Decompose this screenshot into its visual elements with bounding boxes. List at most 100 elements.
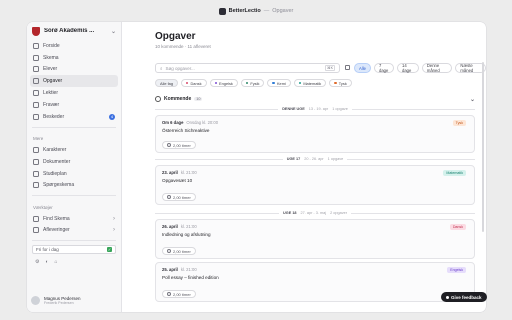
clock-icon: [167, 143, 171, 147]
chip-all-subjects[interactable]: Alle fag: [155, 79, 178, 87]
search-input[interactable]: ⌕ Søg opgaver... ⌘K: [155, 63, 340, 73]
subject-badge: Engelsk: [447, 267, 466, 273]
sidebar: Sorø Akademis ... ⌄ Forside Skema Elever…: [27, 22, 122, 312]
page-subtitle: 10 kommende · 11 afleveret: [155, 44, 211, 49]
subject-dot: [245, 81, 249, 85]
lock-icon[interactable]: ⌂: [55, 259, 58, 265]
clock-icon: [167, 292, 171, 296]
shortcut-badge: ⌘K: [325, 65, 335, 71]
sidebar-item-elever[interactable]: Elever: [30, 64, 118, 76]
school-switcher[interactable]: Sorø Akademis ... ⌄: [27, 22, 121, 40]
week-range: 27. apr - 3. maj: [300, 211, 327, 215]
duration-pill: 2,00 timer: [162, 290, 196, 298]
sidebar-item-afleveringer[interactable]: Afleveringer ›: [30, 225, 118, 237]
status-input[interactable]: Fri for i dag ✓: [32, 244, 116, 254]
sidebar-item-label: Lektier: [43, 90, 59, 97]
assignment-card[interactable]: Om 6 dage Onsdag kl. 20:00 Österreich Sic…: [155, 115, 475, 153]
duration-pill: 2,00 timer: [162, 247, 196, 255]
sidebar-item-fravaer[interactable]: Fravær: [30, 99, 118, 111]
chevron-down-icon: ⌄: [110, 28, 116, 35]
chip-label: Engelsk: [219, 80, 233, 86]
chip-tysk[interactable]: Tysk: [329, 79, 352, 87]
chip-label: Kemi: [276, 80, 286, 86]
chip-label: Fysik: [250, 80, 260, 86]
quick-actions: ⚙ ◐ ⌂: [27, 256, 121, 268]
check-icon: ✓: [107, 246, 112, 252]
brand-name: BetterLectio: [228, 8, 261, 14]
feedback-label: Give feedback: [451, 294, 482, 300]
unread-badge: 4: [109, 113, 115, 120]
sidebar-item-lektier[interactable]: Lektier: [30, 87, 118, 99]
calendar-icon[interactable]: [345, 65, 350, 70]
sidebar-item-opgaver[interactable]: Opgaver: [30, 75, 118, 88]
range-14-days[interactable]: 14 dage: [397, 63, 419, 73]
sidebar-item-dokumenter[interactable]: Dokumenter: [30, 156, 118, 168]
tools-nav: Find Skema › Afleveringer ›: [27, 213, 121, 237]
settings-icon[interactable]: ⚙: [35, 259, 39, 265]
duration-value: 2,00 timer: [173, 142, 191, 148]
range-7-days[interactable]: 7 dage: [373, 63, 394, 73]
status-input-value: Fri for i dag: [36, 246, 59, 252]
card-meta: Om 6 dage Onsdag kl. 20:00: [162, 120, 218, 125]
sidebar-item-studieplan[interactable]: Studieplan: [30, 168, 118, 180]
app-logo-icon: [218, 7, 226, 15]
week-count: 1 opgave: [332, 107, 348, 111]
sidebar-item-label: Karakterer: [43, 146, 67, 153]
sidebar-item-beskeder[interactable]: Beskeder 4: [30, 111, 118, 123]
chip-dansk[interactable]: Dansk: [180, 79, 207, 87]
sidebar-item-skema[interactable]: Skema: [30, 52, 118, 64]
week-range: 20 - 26. apr: [304, 157, 324, 161]
sidebar-item-find-skema[interactable]: Find Skema ›: [30, 213, 118, 225]
breadcrumb-current[interactable]: Opgaver: [272, 8, 293, 14]
chip-label: Dansk: [190, 80, 202, 86]
feedback-button[interactable]: Give feedback: [441, 292, 487, 302]
home-icon: [33, 42, 39, 49]
subject-dot: [272, 81, 275, 85]
assignment-card[interactable]: 25. april kl. 21:00 Poll essay – finished…: [155, 262, 475, 302]
chip-engelsk[interactable]: Engelsk: [209, 79, 238, 87]
chevron-right-icon: ›: [113, 215, 115, 222]
survey-icon: [33, 182, 39, 189]
sidebar-item-label: Beskeder: [43, 113, 65, 120]
search-placeholder: Søg opgaver...: [165, 65, 195, 71]
subject-dot: [214, 81, 218, 85]
chip-matematik[interactable]: Matematik: [293, 79, 327, 87]
school-crest-icon: [32, 26, 40, 36]
assignment-card[interactable]: 23. april kl. 21:00 Opgavesæt 10 2,00 tim…: [155, 165, 475, 205]
chip-kemi[interactable]: Kemi: [267, 79, 291, 87]
assignment-title: Poll essay – finished edition: [162, 275, 219, 280]
users-icon: [33, 66, 39, 73]
sidebar-item-karakterer[interactable]: Karakterer: [30, 144, 118, 156]
search-icon: ⌕: [160, 65, 163, 71]
chip-label: Matematik: [303, 80, 322, 86]
search-icon: [33, 215, 39, 222]
grade-icon: [33, 146, 39, 153]
clock-icon: [167, 195, 171, 199]
upcoming-section-header[interactable]: Kommende 10 ⌄: [155, 94, 475, 104]
sidebar-divider: [32, 240, 116, 241]
user-info: Magnus Pedersen Frederik Pedersen: [44, 296, 81, 305]
range-all[interactable]: Alle: [354, 63, 371, 73]
week-label: UGE 18: [283, 211, 297, 215]
clock-icon: [155, 96, 161, 102]
book-icon: [33, 90, 39, 97]
week-label: UGE 17: [286, 157, 301, 161]
chip-fysik[interactable]: Fysik: [240, 79, 265, 87]
sidebar-item-label: Find Skema: [43, 215, 70, 222]
range-this-month[interactable]: Denne måned: [421, 63, 453, 73]
week-divider: DENNE UGE 13 - 19. apr 1 opgave: [155, 106, 475, 112]
assignment-title: Opgavesæt 10: [162, 178, 193, 183]
sidebar-item-forside[interactable]: Forside: [30, 40, 118, 52]
clipboard-icon: [33, 78, 39, 85]
assignment-card[interactable]: 26. april kl. 21:00 Indledning og afslutn…: [155, 219, 475, 259]
card-meta: 26. april kl. 21:00: [162, 224, 197, 229]
scrollbar[interactable]: [482, 62, 484, 232]
duration-value: 2,00 timer: [173, 194, 191, 200]
duration-pill: 2,00 timer: [162, 193, 196, 201]
sidebar-item-label: Studieplan: [43, 170, 67, 177]
user-profile[interactable]: Magnus Pedersen Frederik Pedersen: [31, 296, 81, 305]
due-date: 23. april: [162, 170, 178, 175]
sidebar-item-label: Elever: [43, 66, 58, 73]
theme-icon[interactable]: ◐: [45, 259, 48, 265]
sidebar-item-spoergeskema[interactable]: Spørgeskema: [30, 179, 118, 191]
